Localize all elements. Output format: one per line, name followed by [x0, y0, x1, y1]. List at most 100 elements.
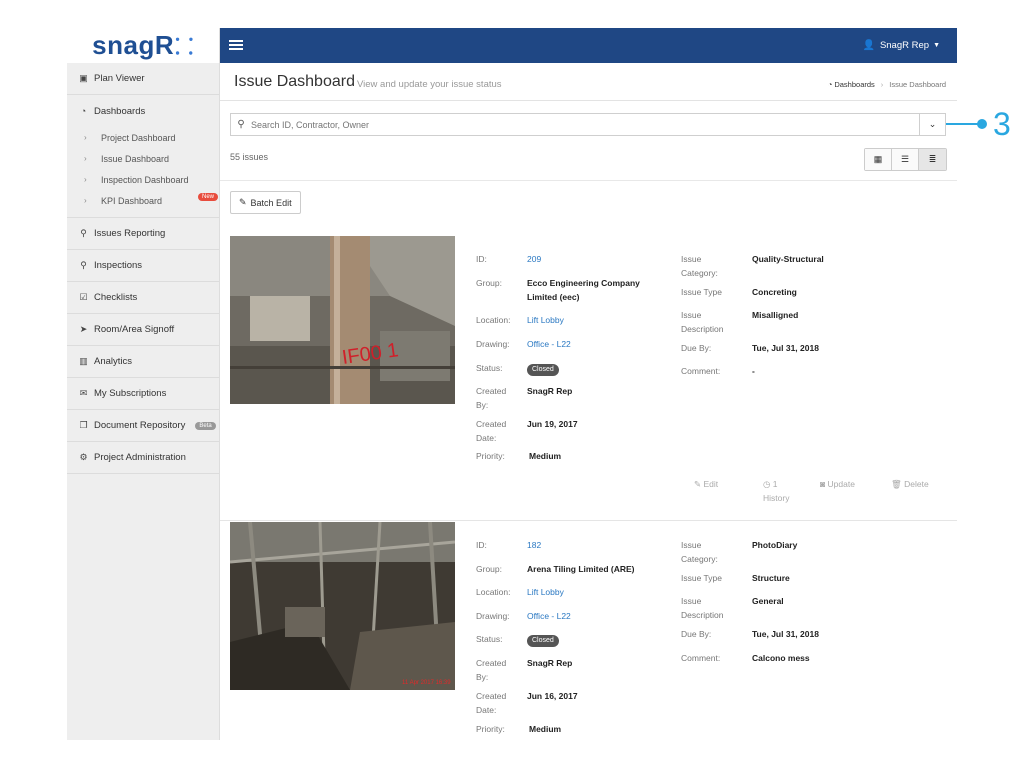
delete-button[interactable]: 🗑 Delete [891, 477, 929, 491]
search-input[interactable] [251, 119, 911, 130]
label-status: Status: [476, 363, 503, 373]
sidebar-item-label: Checklists [94, 292, 138, 303]
issue-created-date: Jun 16, 2017 [527, 691, 578, 701]
label-created-date-2: Date: [476, 705, 497, 715]
breadcrumb-current: Issue Dashboard [889, 80, 946, 89]
label-created-by-2: By: [476, 672, 489, 682]
issue-drawing-link[interactable]: Office - L22 [527, 337, 571, 351]
label-due-by: Due By: [681, 343, 712, 353]
issue-comment: - [752, 366, 755, 376]
sidebar-item-project-administration[interactable]: ⚙ Project Administration [67, 442, 219, 474]
chevron-right-icon: › [84, 196, 87, 205]
sidebar-subitem-project-dashboard[interactable]: › Project Dashboard [67, 127, 219, 148]
label-issue-category-1: Issue [681, 540, 702, 550]
sidebar-item-inspections[interactable]: ⚲ Inspections [67, 250, 219, 282]
status-badge: Closed [527, 364, 559, 376]
issue-photo[interactable]: 11 Apr 2017 16:39 [230, 522, 455, 690]
list-view-icon[interactable]: ☰ [892, 149, 919, 170]
issue-photo[interactable]: IF00 1 [230, 236, 455, 404]
label-created-by: Created By: [476, 384, 506, 412]
sidebar-subitem-label: Project Dashboard [101, 132, 176, 143]
issue-count: 55 issues [230, 152, 269, 162]
pencil-icon: ✎ [694, 479, 702, 489]
pencil-icon: ✎ [239, 197, 247, 207]
label-issue-description-2: Description [681, 324, 724, 334]
page-header: Issue Dashboard View and update your iss… [220, 63, 957, 101]
issue-status: Closed [527, 632, 559, 647]
label-issue-category: Issue Category: [681, 538, 718, 566]
update-label: Update [827, 479, 855, 489]
sidebar-item-dashboards[interactable]: ◔ Dashboards [67, 95, 219, 127]
sidebar-item-label: Issues Reporting [94, 228, 166, 239]
sidebar-item-plan-viewer[interactable]: ▣ Plan Viewer [67, 63, 219, 95]
beta-badge: Beta [195, 421, 216, 430]
sidebar-item-label: Plan Viewer [94, 73, 145, 84]
breadcrumb: ◔ Dashboards › Issue Dashboard [828, 80, 946, 89]
sidebar-subitem-label: Issue Dashboard [101, 153, 170, 164]
label-issue-category-1: Issue [681, 254, 702, 264]
sidebar-subitem-inspection-dashboard[interactable]: › Inspection Dashboard [67, 169, 219, 190]
user-menu[interactable]: 👤 SnagR Rep ▼ [862, 40, 940, 51]
main-content: Issue Dashboard View and update your iss… [220, 63, 957, 740]
issue-id-link[interactable]: 182 [527, 538, 541, 552]
clock-icon: ◷ [763, 479, 771, 489]
issue-id-link[interactable]: 209 [527, 252, 541, 266]
sidebar-item-issues-reporting[interactable]: ⚲ Issues Reporting [67, 218, 219, 250]
issue-due-by: Tue, Jul 31, 2018 [752, 629, 819, 639]
label-issue-description-2: Description [681, 610, 724, 620]
history-count: 1 [772, 479, 778, 489]
chevron-down-icon[interactable]: ⌄ [919, 114, 945, 135]
update-button[interactable]: ◙ Update [820, 477, 855, 491]
label-created-by-2: By: [476, 400, 489, 410]
issue-priority: Medium [529, 451, 562, 461]
documents-icon: ❐ [79, 420, 88, 430]
label-issue-description: Issue Description [681, 308, 724, 336]
breadcrumb-separator: › [880, 80, 884, 89]
annotation-number: 3 [993, 106, 1011, 142]
sidebar-subitem-issue-dashboard[interactable]: › Issue Dashboard [67, 148, 219, 169]
history-button[interactable]: ◷ 1 History [763, 477, 789, 505]
sidebar-item-my-subscriptions[interactable]: ✉ My Subscriptions [67, 378, 219, 410]
label-location: Location: [476, 315, 511, 325]
detail-view-icon[interactable]: ≣ [919, 149, 946, 170]
sidebar-item-document-repository[interactable]: ❐ Document Repository Beta [67, 410, 219, 442]
chevron-right-icon: › [84, 133, 87, 142]
sidebar-item-label: Dashboards [94, 105, 146, 117]
user-icon: 👤 [862, 40, 875, 51]
history-label: History [763, 493, 790, 503]
sidebar-item-room-area-signoff[interactable]: ➤ Room/Area Signoff [67, 314, 219, 346]
issue-location-link[interactable]: Lift Lobby [527, 585, 564, 599]
issue-category: Quality-Structural [752, 254, 824, 264]
sidebar-subitem-kpi-dashboard[interactable]: › KPI Dashboard New [67, 190, 219, 211]
issue-list: ✎ Batch Edit IF00 1 ID: 209 Group: Ecco … [220, 181, 957, 740]
grid-view-icon[interactable]: ▦ [865, 149, 892, 170]
user-name: SnagR Rep [879, 40, 930, 51]
label-id: ID: [476, 540, 487, 550]
label-created-by-1: Created [476, 386, 507, 396]
topbar: 👤 SnagR Rep ▼ [220, 28, 957, 63]
edit-button[interactable]: ✎ Edit [694, 477, 718, 491]
sidebar-item-analytics[interactable]: ▥ Analytics [67, 346, 219, 378]
issue-type: Concreting [752, 287, 797, 297]
label-group: Group: [476, 564, 502, 574]
label-id: ID: [476, 254, 487, 264]
issue-comment: Calcono mess [752, 653, 810, 663]
card-divider [220, 520, 957, 521]
sidebar-item-checklists[interactable]: ☑ Checklists [67, 282, 219, 314]
issue-location-link[interactable]: Lift Lobby [527, 313, 564, 327]
chevron-right-icon: › [84, 175, 87, 184]
view-toggle: ▦ ☰ ≣ [864, 148, 947, 171]
label-issue-description-1: Issue [681, 310, 702, 320]
issue-created-date: Jun 19, 2017 [527, 419, 578, 429]
issue-drawing-link[interactable]: Office - L22 [527, 609, 571, 623]
batch-edit-button[interactable]: ✎ Batch Edit [230, 191, 301, 214]
send-icon: ➤ [79, 324, 88, 334]
brand-logo[interactable]: snagR ⸬ [67, 28, 219, 63]
hamburger-menu-icon[interactable] [229, 40, 243, 50]
photo-timestamp: 11 Apr 2017 16:39 [402, 680, 451, 686]
sidebar-item-label: Room/Area Signoff [94, 324, 175, 335]
page-title: Issue Dashboard [234, 73, 355, 90]
issue-category: PhotoDiary [752, 540, 798, 550]
label-issue-category-2: Category: [681, 268, 718, 278]
breadcrumb-dashboards[interactable]: Dashboards [834, 80, 874, 89]
